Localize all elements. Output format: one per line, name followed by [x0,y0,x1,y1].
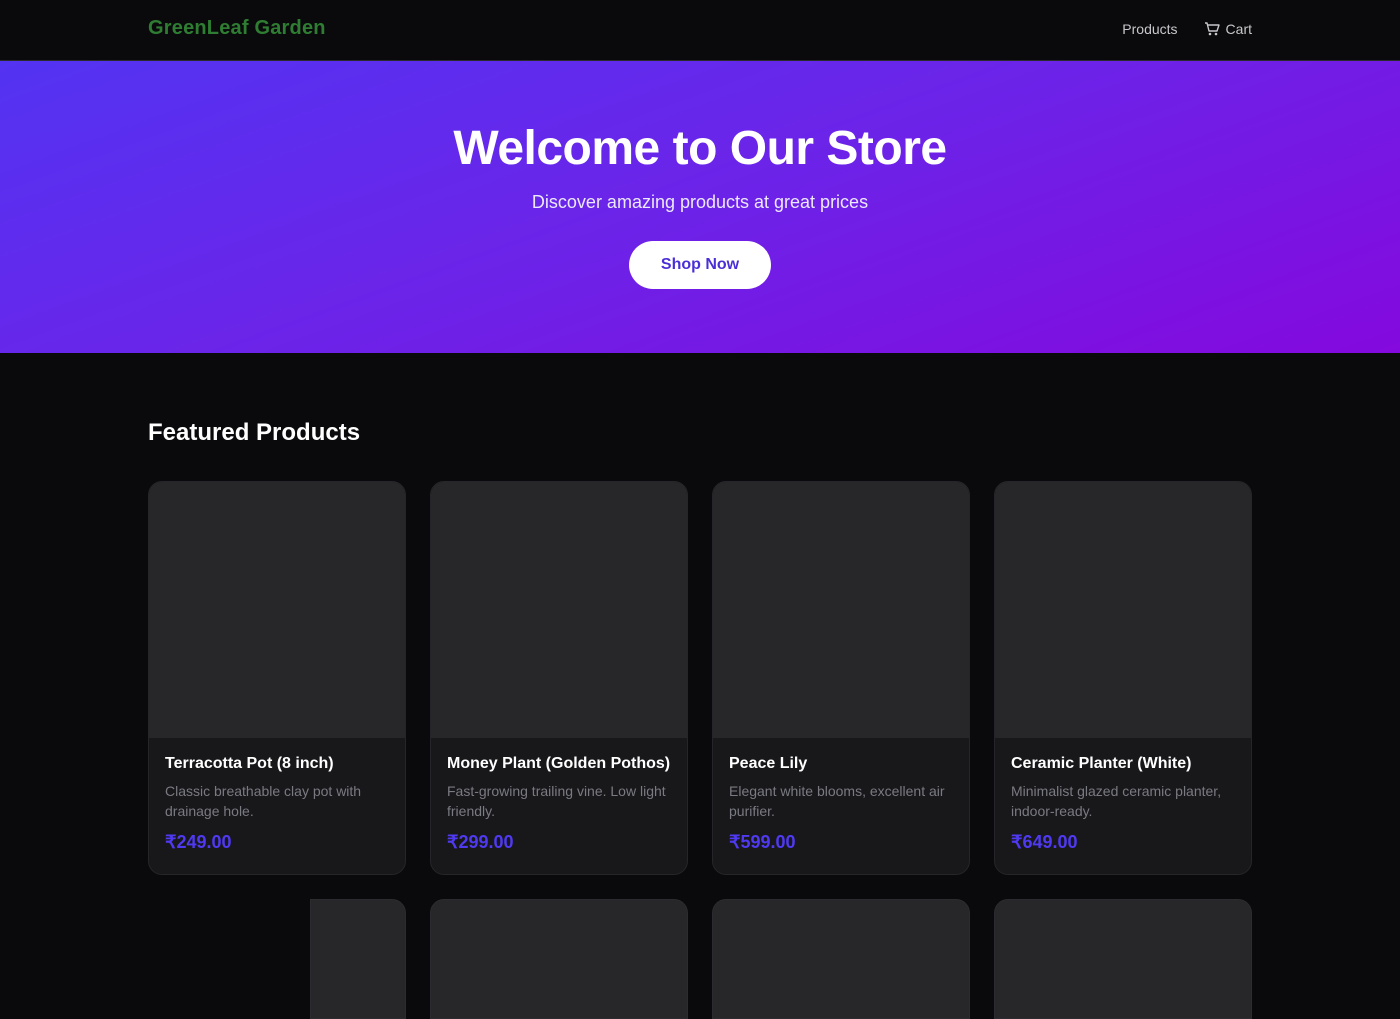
product-price: ₹249.00 [165,832,232,852]
hero-banner: Welcome to Our Store Discover amazing pr… [0,61,1400,353]
featured-products-title: Featured Products [148,419,361,446]
nav-link-cart[interactable]: Cart [1204,21,1252,37]
product-card-partial[interactable] [430,899,688,1019]
product-name[interactable]: Peace Lily [729,755,953,773]
product-name[interactable]: Ceramic Planter (White) [1011,755,1235,773]
product-card-partial[interactable] [712,899,970,1019]
product-description: Fast-growing trailing vine. Low light fr… [447,783,666,819]
cart-icon [1204,22,1220,36]
brand-logo[interactable]: GreenLeaf Garden [148,17,326,40]
product-description: Elegant white blooms, excellent air puri… [729,783,945,819]
shop-now-button[interactable]: Shop Now [629,241,771,289]
product-card[interactable]: Peace Lily Elegant white blooms, excelle… [712,481,970,875]
product-image[interactable] [713,482,969,738]
product-image[interactable] [431,482,687,738]
hero-title: Welcome to Our Store [453,122,947,175]
product-image[interactable] [995,482,1251,738]
product-card[interactable]: Ceramic Planter (White) Minimalist glaze… [994,481,1252,875]
product-card-partial[interactable] [310,899,406,1019]
product-name[interactable]: Terracotta Pot (8 inch) [165,755,389,773]
product-card[interactable]: Money Plant (Golden Pothos) Fast-growing… [430,481,688,875]
nav-links: Products Cart [1122,21,1252,37]
nav-link-products[interactable]: Products [1122,21,1177,37]
product-description: Minimalist glazed ceramic planter, indoo… [1011,783,1222,819]
product-card-partial[interactable] [994,899,1252,1019]
product-price: ₹649.00 [1011,832,1078,852]
product-description: Classic breathable clay pot with drainag… [165,783,362,819]
hero-subtitle: Discover amazing products at great price… [531,192,869,212]
product-name[interactable]: Money Plant (Golden Pothos) [447,755,671,773]
nav-link-products-label: Products [1122,21,1178,37]
product-price: ₹299.00 [447,832,514,852]
product-price: ₹599.00 [729,832,796,852]
navbar: GreenLeaf Garden Products Cart [0,0,1400,61]
product-image[interactable] [149,482,405,738]
product-card[interactable]: Terracotta Pot (8 inch) Classic breathab… [148,481,406,875]
nav-link-cart-label: Cart [1225,21,1252,37]
